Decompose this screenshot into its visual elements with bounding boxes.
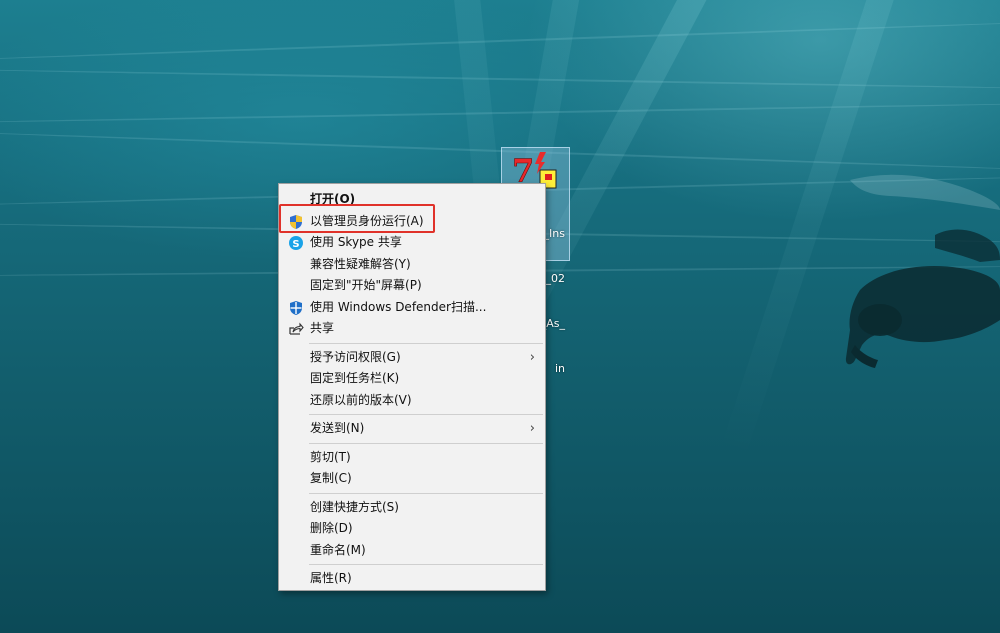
context-menu: 打开(O) 以管理员身份运行(A) S 使用 Skype 共享 兼容性疑难解答(… (278, 183, 546, 591)
menu-item-skype-share[interactable]: S 使用 Skype 共享 (279, 232, 545, 254)
menu-item-grant-access[interactable]: 授予访问权限(G) › (279, 347, 545, 369)
menu-item-restore-versions[interactable]: 还原以前的版本(V) (279, 390, 545, 412)
menu-item-copy[interactable]: 复制(C) (279, 468, 545, 490)
menu-item-send-to[interactable]: 发送到(N) › (279, 418, 545, 440)
menu-item-cut[interactable]: 剪切(T) (279, 447, 545, 469)
chevron-right-icon: › (529, 349, 535, 365)
skype-icon: S (289, 236, 303, 250)
menu-separator (309, 414, 543, 415)
menu-separator (309, 492, 543, 494)
menu-item-compatibility[interactable]: 兼容性疑难解答(Y) (279, 254, 545, 276)
menu-item-defender-scan[interactable]: 使用 Windows Defender扫描... (279, 297, 545, 319)
menu-separator (309, 342, 543, 344)
defender-icon (290, 300, 302, 315)
menu-separator (309, 564, 543, 565)
svg-text:S: S (292, 239, 299, 250)
share-icon (289, 322, 304, 335)
menu-item-pin-taskbar[interactable]: 固定到任务栏(K) (279, 368, 545, 390)
menu-item-rename[interactable]: 重命名(M) (279, 540, 545, 562)
menu-separator (309, 442, 543, 444)
menu-item-delete[interactable]: 删除(D) (279, 518, 545, 540)
chevron-right-icon: › (529, 421, 535, 436)
menu-item-pin-start[interactable]: 固定到"开始"屏幕(P) (279, 275, 545, 297)
menu-item-share[interactable]: 共享 (279, 318, 545, 340)
menu-item-create-shortcut[interactable]: 创建快捷方式(S) (279, 497, 545, 519)
menu-item-properties[interactable]: 属性(R) (279, 568, 545, 590)
highlight-annotation-box (279, 204, 435, 233)
